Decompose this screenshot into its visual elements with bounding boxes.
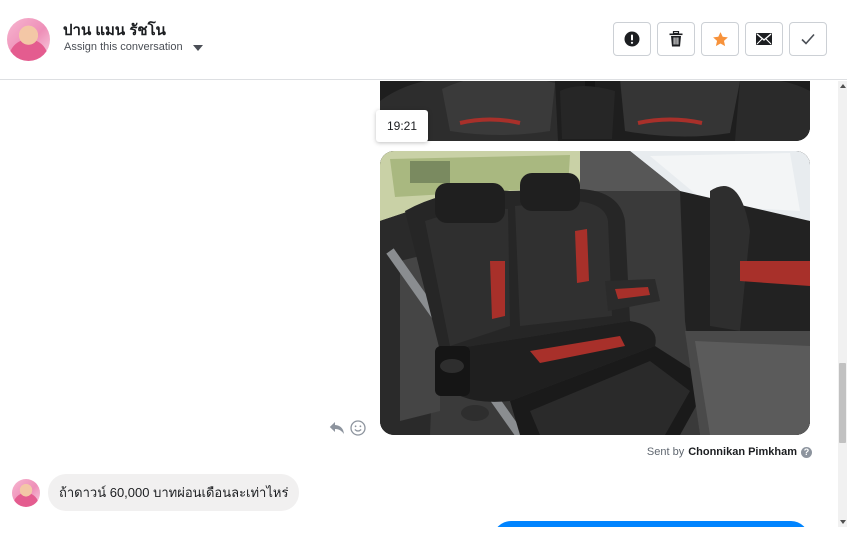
reply-icon[interactable] xyxy=(329,421,345,435)
thread-scrollbar[interactable] xyxy=(838,81,847,527)
incoming-message-bubble[interactable]: ถ้าดาวน์ 60,000 บาทผ่อนเดือนละเท่าไหร่ xyxy=(48,474,300,511)
scrollbar-thumb[interactable] xyxy=(839,363,846,443)
assign-label: Assign this conversation xyxy=(64,41,183,53)
star-icon xyxy=(712,31,728,46)
conversation-actions xyxy=(613,22,827,56)
incoming-message-row: ถ้าดาวน์ 60,000 บาทผ่อนเดือนละเท่าไหร่ xyxy=(12,474,300,511)
mark-unread-button[interactable] xyxy=(745,22,783,56)
mark-done-button[interactable] xyxy=(789,22,827,56)
help-icon[interactable]: ? xyxy=(801,446,812,458)
delete-button[interactable] xyxy=(657,22,695,56)
scroll-down-arrow-icon[interactable] xyxy=(839,520,846,524)
message-timestamp-tooltip: 19:21 xyxy=(376,110,429,142)
caret-down-icon xyxy=(192,44,203,51)
car-interior-image xyxy=(380,81,810,141)
contact-avatar[interactable] xyxy=(7,18,50,61)
trash-icon xyxy=(669,31,683,47)
checkmark-icon xyxy=(801,33,815,45)
message-thread: 19:21 Sent by Chonnikan Pimkham ? ถ้าดาว… xyxy=(0,81,838,527)
sender-avatar[interactable] xyxy=(12,478,40,507)
assign-conversation-dropdown[interactable]: Assign this conversation xyxy=(64,41,203,53)
exclamation-icon xyxy=(624,31,640,47)
star-button[interactable] xyxy=(701,22,739,56)
scroll-up-arrow-icon[interactable] xyxy=(839,84,846,88)
conversation-header: ปาน แมน รัชโน Assign this conversation xyxy=(0,0,847,80)
car-interior-image xyxy=(380,151,810,435)
shared-photo-car-seats-top[interactable] xyxy=(380,81,810,141)
outgoing-message-bubble[interactable] xyxy=(493,521,809,527)
sent-by-agent-name: Chonnikan Pimkham xyxy=(688,446,797,458)
envelope-icon xyxy=(756,33,772,45)
reaction-smiley-icon[interactable] xyxy=(350,420,366,436)
contact-name[interactable]: ปาน แมน รัชโน xyxy=(63,18,166,42)
spam-button[interactable] xyxy=(613,22,651,56)
shared-photo-car-seats[interactable] xyxy=(380,151,810,435)
message-actions xyxy=(329,420,366,436)
sent-by-prefix: Sent by xyxy=(646,446,685,458)
sent-by-label: Sent by Chonnikan Pimkham ? xyxy=(647,446,812,458)
